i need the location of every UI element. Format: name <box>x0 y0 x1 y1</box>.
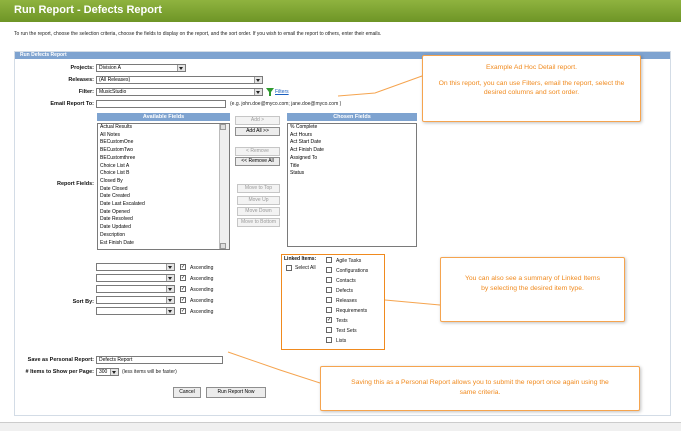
callout-title: Example Ad Hoc Detail report. <box>485 64 578 71</box>
callout-personal-report: Saving this as a Personal Report allows … <box>320 366 640 411</box>
callout-body: On this report, you can use Filters, ema… <box>438 80 625 96</box>
callout-ad-hoc-report: Example Ad Hoc Detail report. On this re… <box>422 55 641 122</box>
callout-body: Saving this as a Personal Report allows … <box>351 379 609 396</box>
callout-linked-items: You can also see a summary of Linked Ite… <box>440 257 625 322</box>
callout-body: You can also see a summary of Linked Ite… <box>464 275 600 292</box>
